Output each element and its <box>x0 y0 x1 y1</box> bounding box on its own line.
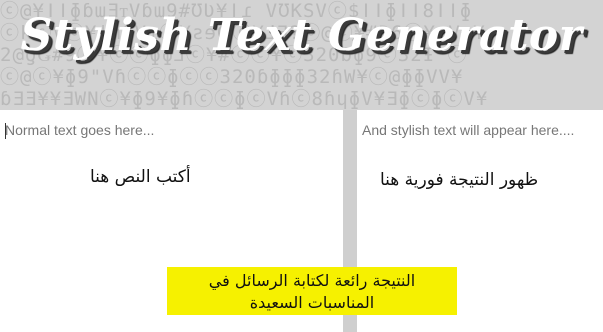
pattern-row: ⓒ@ⓒ¥ɸ9"Vɦⓒⓒɸⓒⓒ320ɓɸɸɸ32ɦW¥ⓒ@ɸɸVV¥ <box>0 66 464 88</box>
input-hint-label: أكتب النص هنا <box>90 167 191 187</box>
banner-line: المناسبات السعيدة <box>249 293 375 312</box>
promo-banner: النتيجة رائعة لكتابة الرسائل في المناسبا… <box>167 267 457 315</box>
pattern-row: ɓƎƎ¥¥ƎWNⓒ¥ɸ9¥ɸɦⓒⓒɸⓒVɦⓒ8ɦɥɸV¥ƎɸⓒɸⓒV¥ <box>0 88 489 110</box>
page-title: Stylish Text Generator <box>20 10 583 61</box>
stylish-text-generator-page: ⓒ@¥ǀǀɸɓɯƎᴛVɓɯ9#ƱƲ¥ǀɾ VƱKSVⓒ$ǀǀɸǀǀ8ǀǀɸ ⓒk… <box>0 0 603 332</box>
banner-line: النتيجة رائعة لكتابة الرسائل في <box>208 271 416 290</box>
output-hint-label: ظهور النتيجة فورية هنا <box>380 170 539 190</box>
text-caret <box>5 123 6 139</box>
